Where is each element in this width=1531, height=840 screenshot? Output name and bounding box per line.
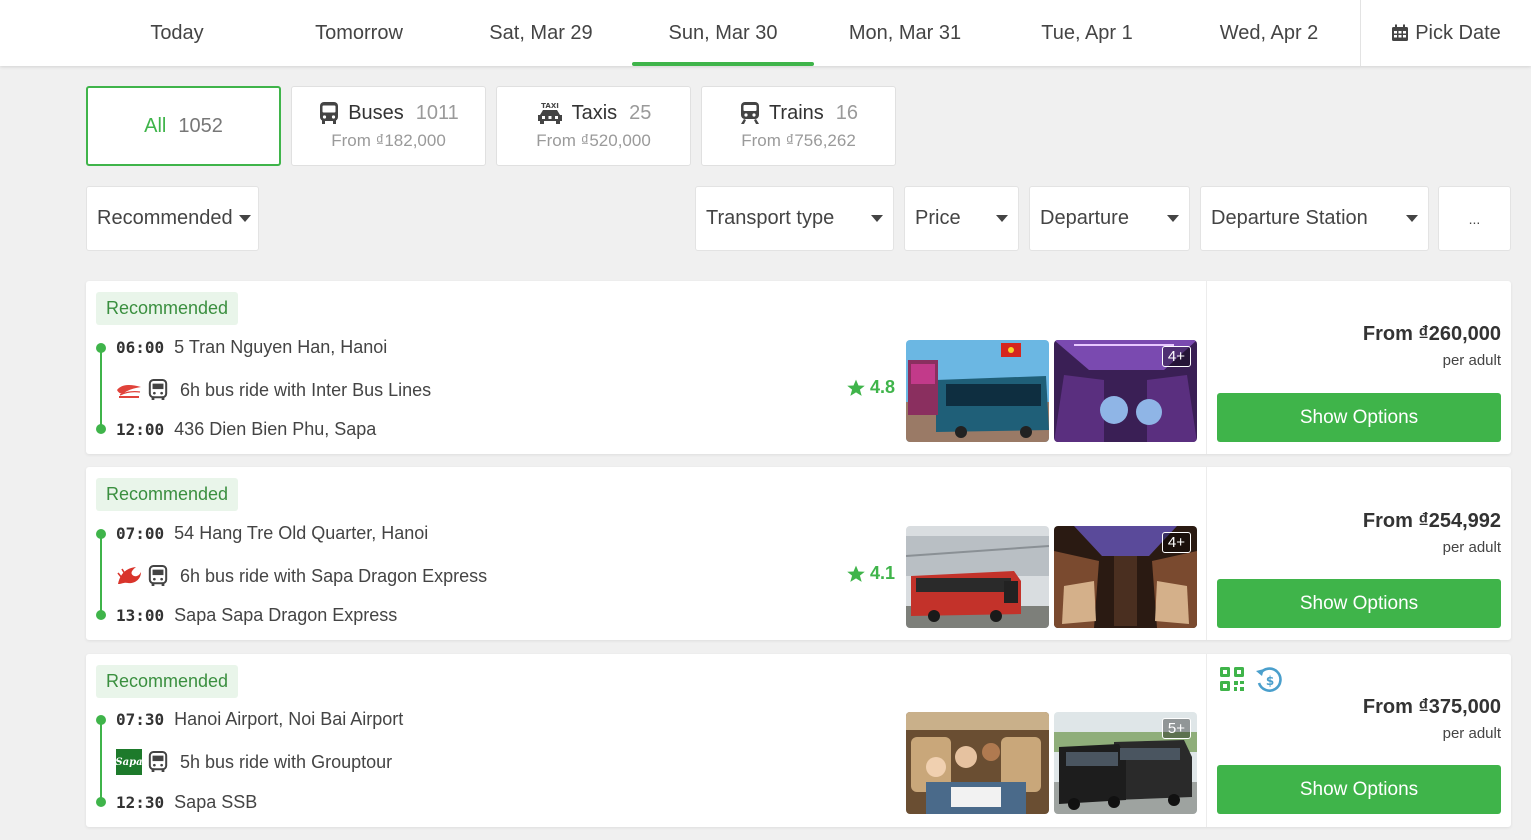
van-interior-photo[interactable] [906,712,1049,814]
inter-bus-lines-logo [116,377,142,403]
result-card[interactable]: Recommended 07:30 Hanoi Airport, Noi Bai… [86,654,1511,827]
caret-down-icon [996,215,1008,222]
date-tab-tomorrow[interactable]: Tomorrow [268,0,450,66]
price: From ₫254,992 [1362,510,1501,532]
more-photos-badge: 5+ [1161,718,1191,739]
departure-row: 06:00 5 Tran Nguyen Han, Hanoi [116,337,388,357]
route-timeline [100,534,102,615]
bus-icon [320,102,339,124]
more-photos-badge: 4+ [1161,532,1191,553]
bus-icon [148,565,168,587]
route-timeline [100,348,102,429]
bus-icon [148,751,168,773]
more-filters-button[interactable]: ... [1438,186,1511,251]
grouptour-logo: Sapa [115,749,143,775]
departure-dot [96,343,106,353]
date-tab-mon-mar-31[interactable]: Mon, Mar 31 [814,0,996,66]
rating: 4.1 [846,563,895,584]
departure-dot [96,715,106,725]
arrival-dot [96,610,106,620]
price-panel: From ₫260,000 per adult Show Options [1206,281,1511,454]
price-dropdown[interactable]: Price [904,186,1019,251]
price-unit: per adult [1442,352,1501,369]
arrival-row: 13:00 Sapa Sapa Dragon Express [116,605,398,625]
caret-down-icon [1167,215,1179,222]
ride-row: Sapa 5h bus ride with Grouptour [115,749,392,775]
star-icon [847,379,865,396]
bus-photo[interactable] [906,340,1049,442]
pick-date-button[interactable]: Pick Date [1360,0,1531,66]
price-panel: From ₫254,992 per adult Show Options [1206,467,1511,640]
route-timeline [100,720,102,802]
arrival-row: 12:00 436 Dien Bien Phu, Sapa [116,419,377,439]
recommended-badge: Recommended [96,478,239,511]
qr-code-icon [1220,667,1244,691]
svg-text:$: $ [1266,674,1274,688]
van-photo[interactable]: 5+ [1054,712,1197,814]
calendar-icon [1392,24,1409,41]
show-options-button[interactable]: Show Options [1217,579,1501,628]
category-tab-all[interactable]: All 1052 [86,86,281,166]
bus-interior-photo[interactable]: 4+ [1054,340,1197,442]
result-card[interactable]: Recommended 06:00 5 Tran Nguyen Han, Han… [86,281,1511,454]
caret-down-icon [871,215,883,222]
arrival-row: 12:30 Sapa SSB [116,792,258,812]
date-bar: Today Tomorrow Sat, Mar 29 Sun, Mar 30 M… [0,0,1531,66]
refund-icon: $ [1256,667,1282,692]
more-photos-badge: 4+ [1161,346,1191,367]
sapa-dragon-express-logo [116,563,142,589]
recommended-badge: Recommended [96,292,239,325]
departure-dot [96,529,106,539]
departure-station-dropdown[interactable]: Departure Station [1200,186,1429,251]
train-icon [740,102,759,124]
price-panel: $ From ₫375,000 per adult Show Options [1206,654,1511,827]
result-card[interactable]: Recommended 07:00 54 Hang Tre Old Quarte… [86,467,1511,640]
departure-dropdown[interactable]: Departure [1029,186,1190,251]
show-options-button[interactable]: Show Options [1217,393,1501,442]
transport-type-dropdown[interactable]: Transport type [695,186,894,251]
date-tab-sun-mar-30[interactable]: Sun, Mar 30 [632,0,814,66]
ride-row: 6h bus ride with Inter Bus Lines [116,377,431,403]
bus-photo[interactable] [906,526,1049,628]
date-tab-sat-mar-29[interactable]: Sat, Mar 29 [450,0,632,66]
category-tab-trains[interactable]: Trains 16 From ₫756,262 [701,86,896,166]
svg-text:TAXI: TAXI [541,102,559,110]
caret-down-icon [1406,215,1418,222]
category-tab-buses[interactable]: Buses 1011 From ₫182,000 [291,86,486,166]
bus-interior-photo[interactable]: 4+ [1054,526,1197,628]
show-options-button[interactable]: Show Options [1217,765,1501,814]
rating: 4.8 [846,377,895,398]
taxi-icon: TAXI [537,102,562,124]
date-tab-tue-apr-1[interactable]: Tue, Apr 1 [996,0,1178,66]
recommended-badge: Recommended [96,665,239,698]
bus-icon [148,379,168,401]
star-icon [847,565,865,582]
category-tab-taxis[interactable]: TAXI Taxis 25 From ₫520,000 [496,86,691,166]
ride-row: 6h bus ride with Sapa Dragon Express [116,563,487,589]
date-tab-today[interactable]: Today [86,0,268,66]
price-unit: per adult [1442,539,1501,556]
arrival-dot [96,797,106,807]
price-unit: per adult [1442,725,1501,742]
caret-down-icon [238,215,251,222]
date-tab-wed-apr-2[interactable]: Wed, Apr 2 [1178,0,1360,66]
arrival-dot [96,424,106,434]
departure-row: 07:00 54 Hang Tre Old Quarter, Hanoi [116,523,429,543]
departure-row: 07:30 Hanoi Airport, Noi Bai Airport [116,709,404,729]
price: From ₫260,000 [1362,323,1501,345]
sort-dropdown[interactable]: Recommended [86,186,259,251]
price: From ₫375,000 [1362,696,1501,718]
